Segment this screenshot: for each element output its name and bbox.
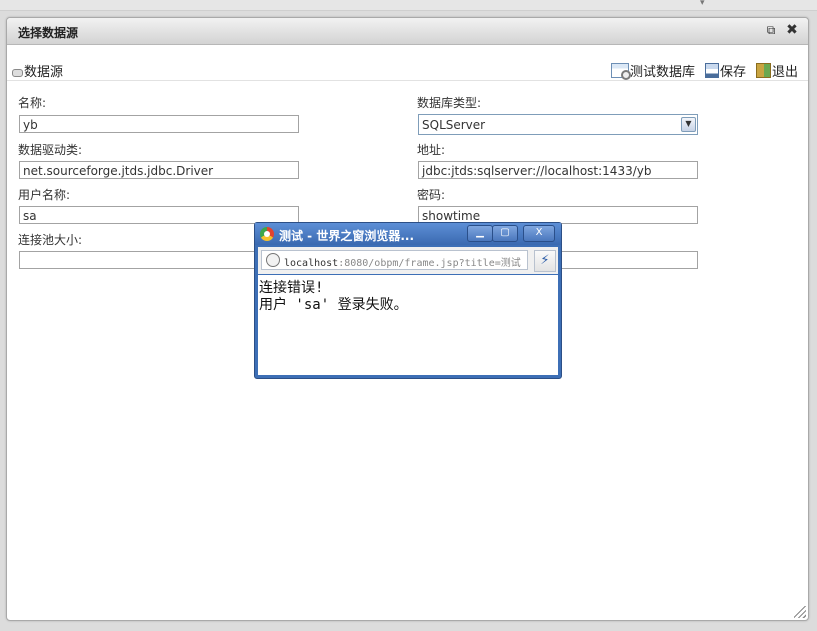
- save-label: 保存: [720, 65, 747, 80]
- exit-button[interactable]: 退出: [756, 61, 798, 80]
- dialog-header: 选择数据源 ⧉ ✖: [7, 18, 808, 45]
- dbtype-label: 数据库类型:: [417, 96, 482, 110]
- save-icon: [705, 63, 719, 78]
- address-label: 地址:: [417, 143, 446, 157]
- database-icon: [12, 68, 23, 77]
- name-label: 名称:: [18, 96, 47, 110]
- chevron-down-icon[interactable]: ▼: [681, 117, 696, 132]
- resize-handle[interactable]: [794, 606, 806, 618]
- browser-logo-icon: [260, 227, 274, 241]
- lightning-icon[interactable]: ⚡: [534, 250, 556, 272]
- dbtype-selected-value: SQLServer: [422, 118, 486, 132]
- dialog-title: 选择数据源: [18, 26, 79, 40]
- close-icon[interactable]: ✖: [785, 23, 799, 37]
- url-host: localhost: [284, 258, 339, 269]
- pool-size-label: 连接池大小:: [18, 233, 83, 247]
- test-database-button[interactable]: 测试数据库: [611, 61, 695, 80]
- test-database-icon: [611, 63, 631, 80]
- save-button[interactable]: 保存: [705, 61, 746, 80]
- address-input[interactable]: jdbc:jtds:sqlserver://localhost:1433/yb: [418, 161, 698, 179]
- error-message-line2: 用户 'sa' 登录失败。: [259, 297, 408, 313]
- url-text: localhost:8080/obpm/frame.jsp?title=测试: [284, 254, 521, 269]
- url-path: :8080/obpm/frame.jsp?title=测试: [338, 258, 521, 269]
- section-title-label: 数据源: [24, 65, 64, 80]
- popup-content: 连接错误! 用户 'sa' 登录失败。: [258, 275, 558, 375]
- exit-icon: [756, 63, 771, 78]
- driver-label: 数据驱动类:: [18, 143, 83, 157]
- section-title: 数据源: [12, 61, 63, 80]
- popup-title: 测试 - 世界之窗浏览器...: [279, 229, 415, 243]
- url-field[interactable]: localhost:8080/obpm/frame.jsp?title=测试: [261, 250, 528, 270]
- exit-label: 退出: [772, 65, 799, 80]
- maximize-button[interactable]: ▢: [492, 225, 518, 242]
- dbtype-select[interactable]: SQLServer ▼: [418, 114, 698, 135]
- minimize-button[interactable]: ▁: [467, 225, 493, 242]
- popup-close-button[interactable]: X: [523, 225, 555, 242]
- popout-icon[interactable]: ⧉: [764, 23, 778, 37]
- browser-popup-window: 测试 - 世界之窗浏览器... ▁ ▢ X localhost:8080/obp…: [254, 222, 562, 379]
- globe-icon: [266, 253, 280, 267]
- popup-titlebar[interactable]: 测试 - 世界之窗浏览器... ▁ ▢ X: [255, 223, 561, 245]
- toolbar: 数据源 测试数据库 保存 退出: [7, 58, 808, 81]
- address-bar: localhost:8080/obpm/frame.jsp?title=测试 ⚡: [258, 247, 558, 274]
- top-strip: ▾: [0, 0, 817, 11]
- driver-input[interactable]: net.sourceforge.jtds.jdbc.Driver: [19, 161, 299, 179]
- username-label: 用户名称:: [18, 188, 71, 202]
- name-input[interactable]: yb: [19, 115, 299, 133]
- test-database-label: 测试数据库: [630, 65, 696, 80]
- caret-icon: ▾: [700, 0, 705, 8]
- password-label: 密码:: [417, 188, 446, 202]
